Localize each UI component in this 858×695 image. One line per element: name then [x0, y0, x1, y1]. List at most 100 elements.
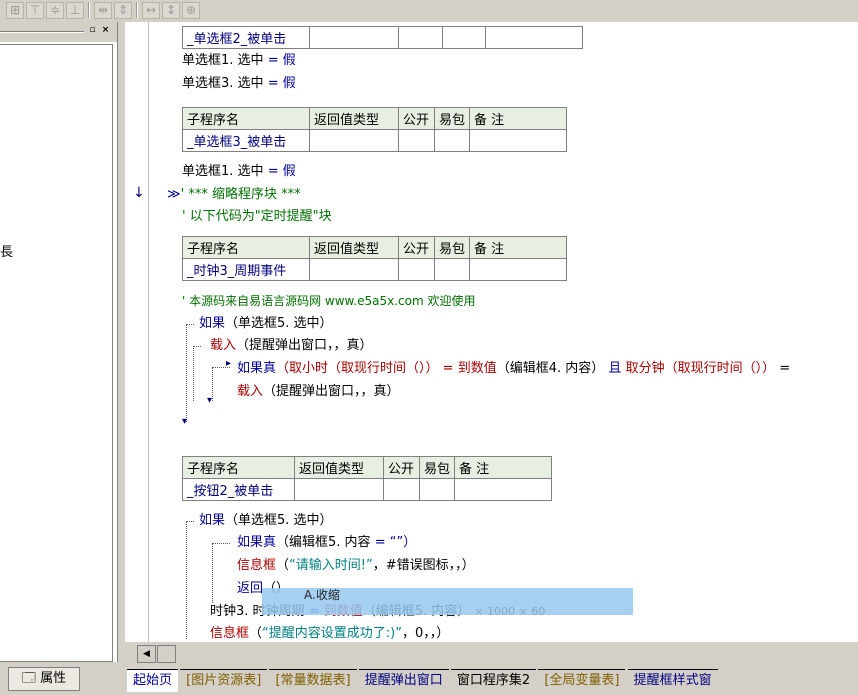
- return-type-cell[interactable]: [294, 478, 384, 501]
- panel-edge-text: 長: [0, 245, 14, 260]
- properties-button[interactable]: 🗔 属性: [8, 667, 80, 691]
- easy-pack-cell[interactable]: [442, 26, 486, 49]
- col-header: 返回值类型: [309, 236, 399, 259]
- code-line[interactable]: 单选框1. 选中 = 假: [182, 163, 296, 181]
- code-line[interactable]: 载入（提醒弹出窗口，，真）: [237, 383, 400, 401]
- code-keyword: 如果: [199, 316, 226, 331]
- return-type-cell[interactable]: [309, 258, 399, 281]
- tab-global-vars[interactable]: [全局变量表]: [538, 669, 626, 692]
- col-header: 子程序名: [182, 456, 295, 479]
- code-function: 取分钟（取现行时间（））: [625, 361, 776, 376]
- code-line[interactable]: 如果（单选框5. 选中）: [199, 315, 333, 333]
- col-header: 备 注: [469, 236, 568, 259]
- remark-cell[interactable]: [485, 26, 583, 49]
- code-line[interactable]: 如果（单选框5. 选中）: [199, 512, 333, 530]
- code-operator: =: [267, 53, 279, 68]
- code-editor[interactable]: _单选框2_被单击 单选框1. 选中 = 假 单选框3. 选中 = 假 子程序名…: [149, 22, 858, 642]
- code-line[interactable]: 单选框3. 选中 = 假: [182, 75, 296, 93]
- col-header: 子程序名: [182, 107, 310, 130]
- code-assign-target: 单选框1. 选中: [182, 53, 264, 68]
- col-header: 返回值类型: [309, 107, 399, 130]
- properties-label: 属性: [40, 671, 67, 686]
- code-args: （: [276, 558, 290, 573]
- scroll-left-icon[interactable]: ◀: [137, 645, 156, 663]
- col-header: 备 注: [469, 107, 568, 130]
- code-line[interactable]: ≫' *** 缩略程序块 ***: [167, 186, 301, 204]
- subroutine-table: 子程序名 返回值类型 公开 易包 备 注 _单选框3_被单击: [182, 107, 568, 152]
- remark-cell[interactable]: [454, 478, 553, 501]
- align-grid-icon[interactable]: ⊞: [6, 2, 24, 19]
- tab-window-assembly[interactable]: 窗口程序集2: [450, 669, 537, 692]
- tab-reminder-style[interactable]: 提醒框样式窗: [627, 669, 718, 692]
- code-line[interactable]: 如果真（编辑框5. 内容 = “”）: [237, 534, 416, 552]
- code-gutter: [125, 22, 149, 642]
- collapse-popup[interactable]: A.收缩: [262, 588, 633, 615]
- same-size-icon[interactable]: ⊕: [182, 2, 200, 19]
- code-string: “提醒内容设置成功了:)”: [262, 626, 402, 641]
- align-middle-icon[interactable]: ≑: [46, 2, 64, 19]
- flow-arrow-icon: ▸: [226, 358, 232, 369]
- code-line[interactable]: ' 本源码来自易语言源码网 www.e5a5x.com 欢迎使用: [182, 292, 475, 310]
- code-line[interactable]: 信息框（“提醒内容设置成功了:)”，0，，）: [210, 625, 449, 642]
- collapse-marker-icon[interactable]: ≫: [167, 187, 181, 202]
- public-cell[interactable]: [398, 26, 443, 49]
- remark-cell[interactable]: [469, 129, 568, 152]
- code-keyword: 如果: [199, 513, 226, 528]
- subroutine-name[interactable]: _时钟3_周期事件: [182, 258, 310, 281]
- code-comment: ' 本源码来自易语言源码网 www.e5a5x.com 欢迎使用: [182, 294, 476, 308]
- subroutine-name[interactable]: _按钮2_被单击: [182, 478, 295, 501]
- code-string: “”）: [389, 535, 417, 550]
- public-cell[interactable]: [398, 258, 435, 281]
- remark-cell[interactable]: [469, 258, 568, 281]
- return-type-cell[interactable]: [309, 129, 399, 152]
- tab-start-page[interactable]: 起始页: [127, 669, 179, 692]
- left-panel-titlebar: ▫ ×: [0, 22, 117, 42]
- code-line[interactable]: 载入（提醒弹出窗口，，真）: [210, 337, 373, 355]
- col-header: 返回值类型: [294, 456, 384, 479]
- code-keyword: 载入: [237, 384, 264, 399]
- code-line[interactable]: 如果真（取小时（取现行时间（）） = 到数值（编辑框4. 内容） 且 取分钟（取…: [237, 360, 790, 378]
- tab-reminder-popup[interactable]: 提醒弹出窗口: [358, 669, 449, 692]
- code-line[interactable]: 信息框（“请输入时间!”，#错误图标，，）: [237, 557, 475, 575]
- col-header: 易包: [433, 236, 471, 259]
- code-args: （单选框5. 选中）: [225, 513, 333, 528]
- tab-image-resources[interactable]: [图片资源表]: [180, 669, 268, 692]
- easy-pack-cell[interactable]: [433, 129, 471, 152]
- code-comment: ' 以下代码为"定时提醒"块: [182, 209, 332, 224]
- code-line[interactable]: ' 以下代码为"定时提醒"块: [182, 208, 332, 226]
- restore-icon[interactable]: ▫: [87, 25, 98, 36]
- public-cell[interactable]: [398, 129, 435, 152]
- col-header: 易包: [433, 107, 471, 130]
- flow-line: [186, 521, 194, 522]
- easy-pack-cell[interactable]: [418, 478, 456, 501]
- align-bottom-icon[interactable]: ⊥: [66, 2, 84, 19]
- same-height-icon[interactable]: ↕: [162, 2, 180, 19]
- code-line[interactable]: 单选框1. 选中 = 假: [182, 52, 296, 70]
- same-width-icon[interactable]: ↔: [142, 2, 160, 19]
- easy-pack-cell[interactable]: [433, 258, 471, 281]
- col-header: 公开: [383, 456, 420, 479]
- toolbar: ⊞ ⊤ ≑ ⊥ ⇹ ⇕ ↔ ↕ ⊕: [0, 0, 858, 20]
- align-top-icon[interactable]: ⊤: [26, 2, 44, 19]
- horizontal-scrollbar[interactable]: ◀: [125, 643, 858, 663]
- tab-constant-data[interactable]: [常量数据表]: [269, 669, 357, 692]
- code-value: 假: [282, 164, 296, 179]
- breakpoint-arrow-icon[interactable]: ↓: [133, 185, 145, 201]
- code-keyword: 载入: [210, 338, 237, 353]
- collapse-popup-label: A.收缩: [304, 588, 340, 602]
- subroutine-name[interactable]: _单选框2_被单击: [182, 26, 310, 49]
- subroutine-name[interactable]: _单选框3_被单击: [182, 129, 310, 152]
- panel-grip: [0, 31, 84, 33]
- code-args: ，#错误图标，，）: [372, 558, 475, 573]
- return-type-cell[interactable]: [309, 26, 399, 49]
- space-vertical-icon[interactable]: ⇕: [114, 2, 132, 19]
- col-header: 子程序名: [182, 236, 310, 259]
- space-horizontal-icon[interactable]: ⇹: [94, 2, 112, 19]
- code-args: （提醒弹出窗口，，真）: [263, 384, 400, 399]
- code-operator: =: [442, 361, 454, 376]
- left-panel-content: 長: [0, 44, 113, 662]
- close-icon[interactable]: ×: [100, 25, 111, 36]
- scroll-thumb[interactable]: [157, 645, 176, 663]
- code-comment: ' *** 缩略程序块 ***: [180, 187, 301, 202]
- public-cell[interactable]: [383, 478, 420, 501]
